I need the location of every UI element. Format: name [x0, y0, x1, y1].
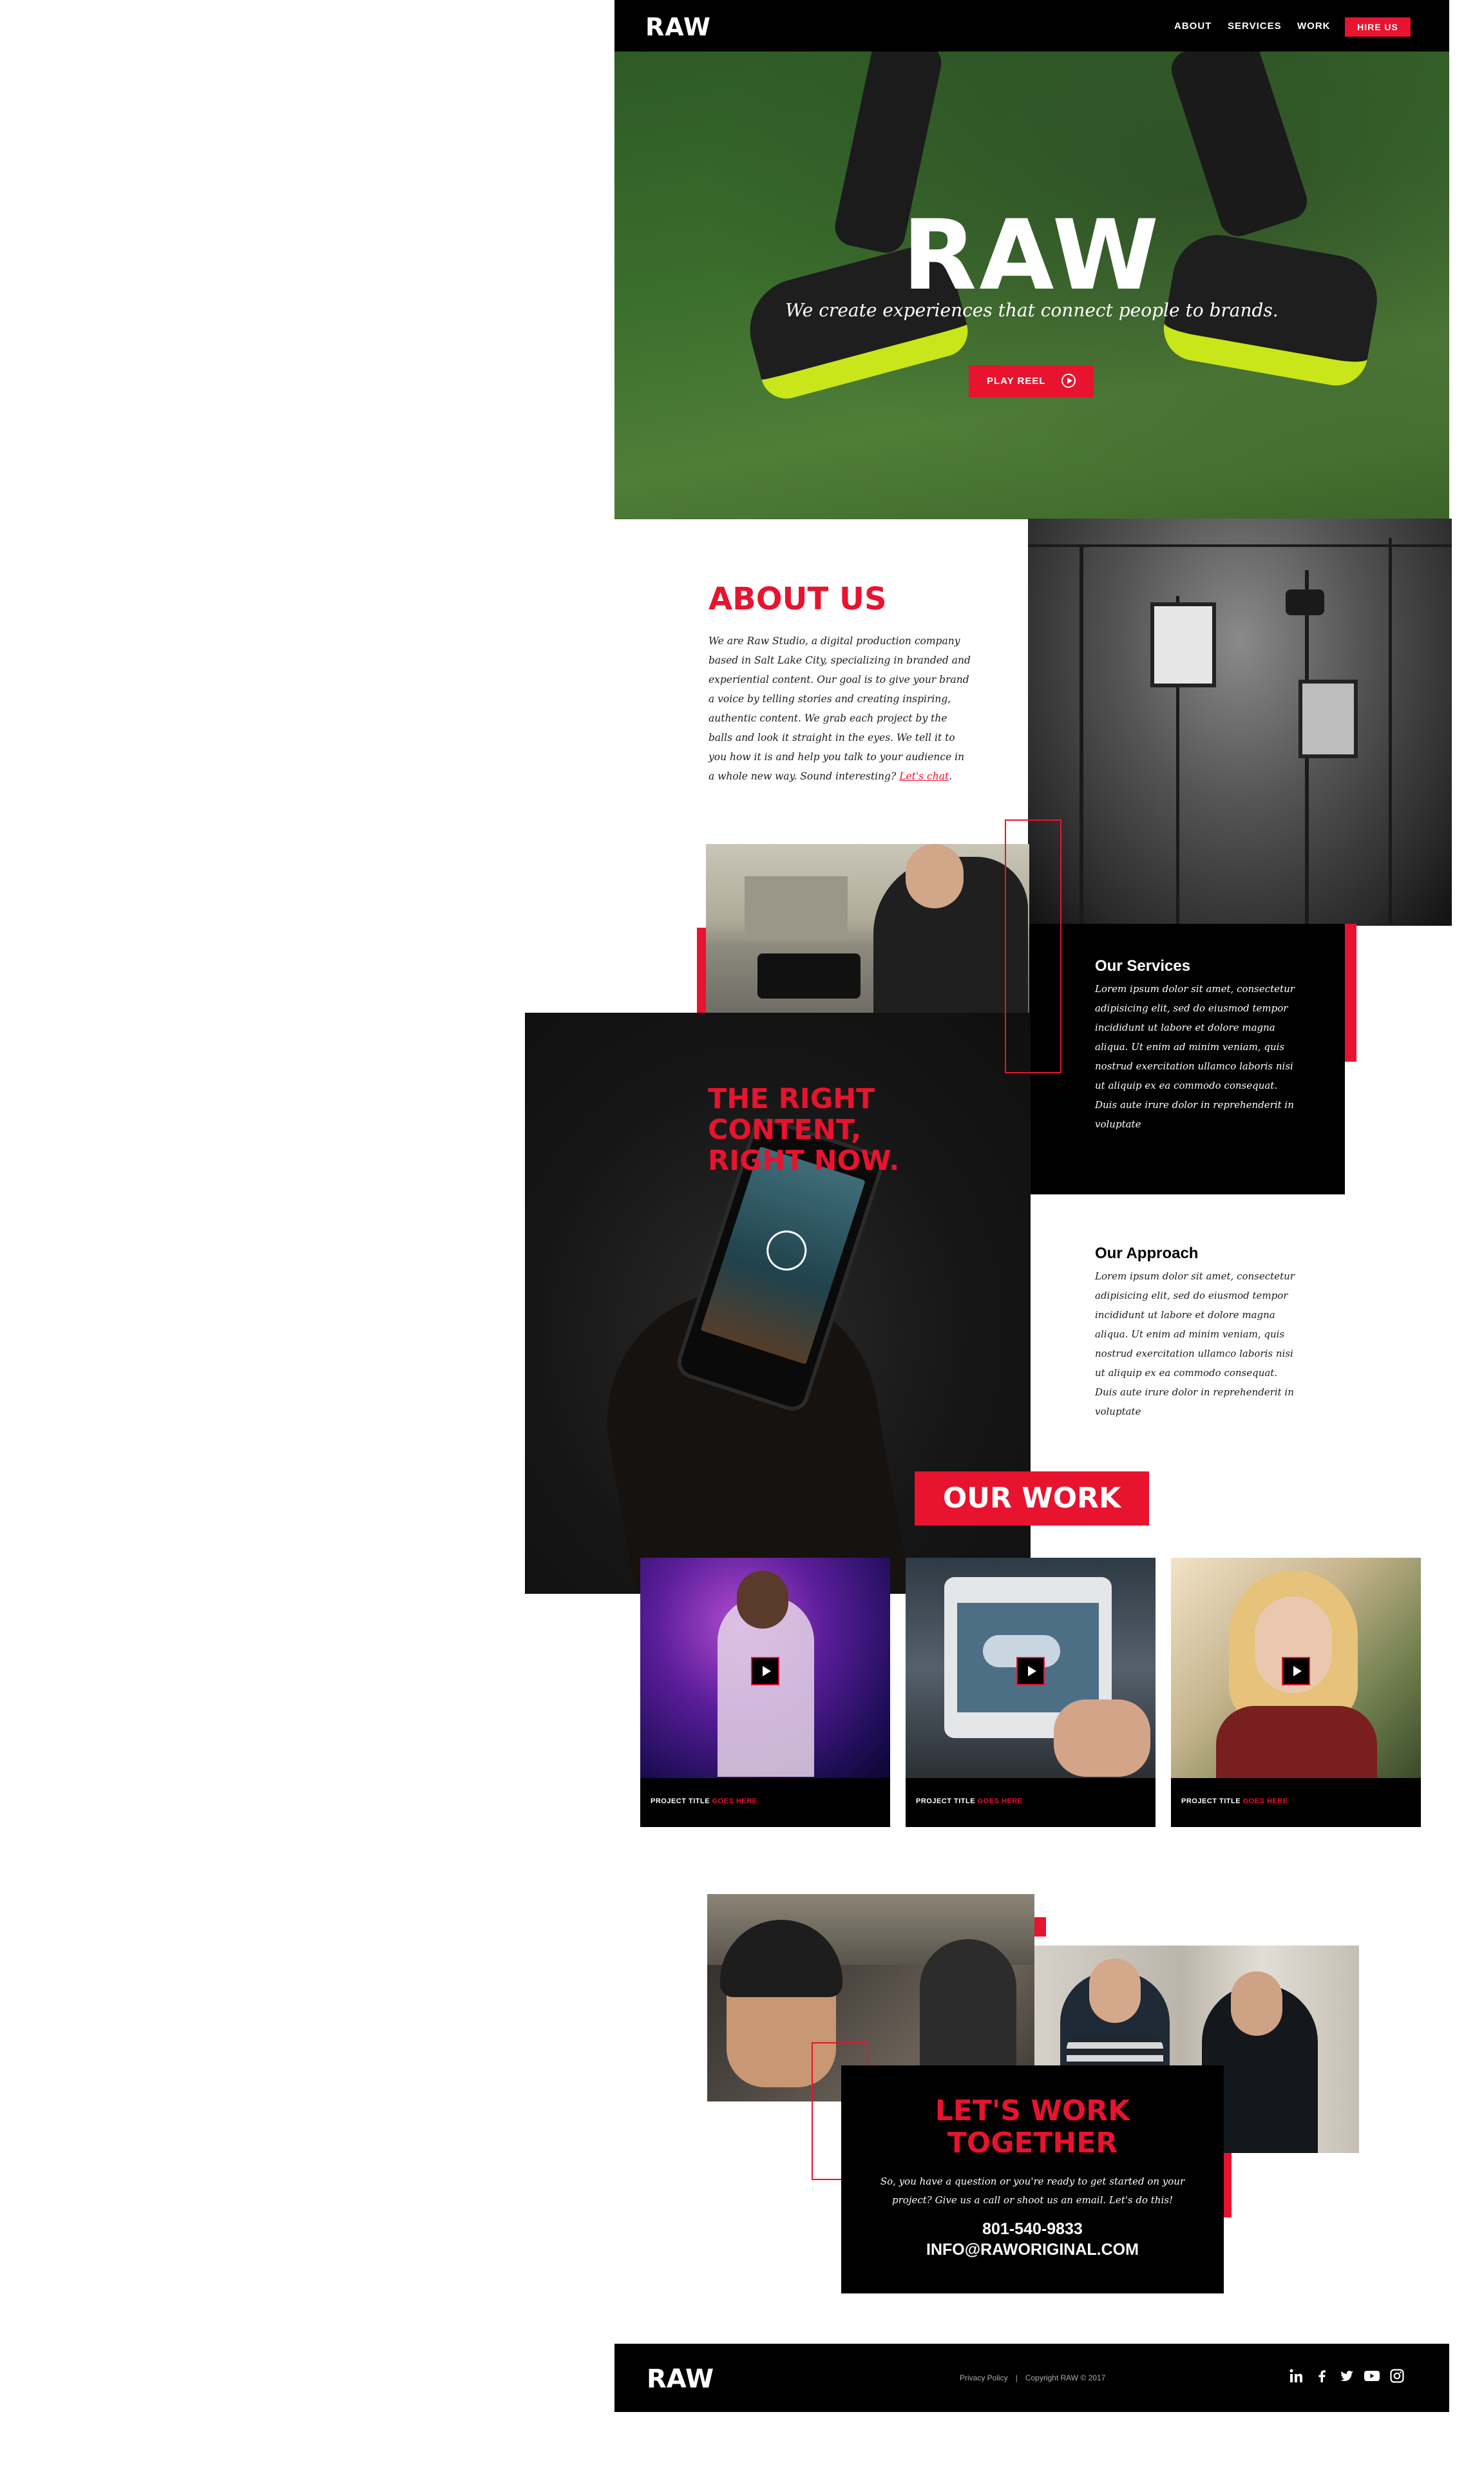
headline-line-1: THE RIGHT	[708, 1083, 875, 1115]
play-reel-label: PLAY REEL	[987, 376, 1046, 387]
headline-line-2: CONTENT,	[708, 1114, 862, 1146]
project-card[interactable]: PROJECT TITLE GOES HERE	[1171, 1558, 1421, 1827]
hero-title: RAW	[902, 200, 1162, 312]
play-icon[interactable]	[1282, 1657, 1310, 1685]
footer-legal: Privacy Policy | Copyright RAW © 2017	[956, 2373, 1109, 2382]
our-work-title: OUR WORK	[915, 1471, 1149, 1526]
about-title: ABOUT US	[709, 581, 887, 617]
linkedin-icon[interactable]	[1288, 2368, 1306, 2386]
camera-crew-photo	[706, 844, 1029, 1015]
project-caption: PROJECT TITLE GOES HERE	[916, 1797, 1023, 1805]
content-headline: THE RIGHT CONTENT, RIGHT NOW.	[708, 1084, 940, 1176]
play-icon[interactable]	[1016, 1657, 1045, 1685]
hero: RAW We create experiences that connect p…	[614, 52, 1449, 519]
play-circle-icon	[1061, 374, 1076, 388]
footer-separator: |	[1015, 2373, 1018, 2382]
project-caption: PROJECT TITLE GOES HERE	[1181, 1797, 1288, 1805]
about-period: .	[949, 770, 953, 782]
project-accent: GOES HERE	[712, 1797, 757, 1805]
approach-text: Lorem ipsum dolor sit amet, consectetur …	[1095, 1270, 1295, 1417]
accent-bar	[1345, 924, 1356, 1062]
privacy-policy-link[interactable]: Privacy Policy	[960, 2373, 1008, 2382]
contact-email[interactable]: INFO@RAWORIGINAL.COM	[841, 2241, 1224, 2259]
project-label: PROJECT TITLE	[916, 1797, 976, 1805]
contact-text: So, you have a question or you're ready …	[880, 2176, 1185, 2206]
decorative-outline	[1005, 819, 1061, 1073]
project-accent: GOES HERE	[977, 1797, 1023, 1805]
contact-title: LET'S WORK TOGETHER	[841, 2095, 1224, 2159]
services-title: Our Services	[1095, 957, 1191, 975]
accent-bar	[1034, 1917, 1046, 1937]
twitter-icon[interactable]	[1338, 2368, 1356, 2386]
lets-chat-link[interactable]: Let's chat	[899, 770, 949, 782]
project-accent: GOES HERE	[1242, 1797, 1288, 1805]
about-body: We are Raw Studio, a digital production …	[709, 635, 971, 782]
phone-play-icon	[761, 1225, 812, 1276]
footer-logo[interactable]: RAW	[647, 2364, 714, 2394]
project-card[interactable]: PROJECT TITLE GOES HERE	[640, 1558, 890, 1827]
approach-title: Our Approach	[1095, 1245, 1199, 1262]
project-card[interactable]: PROJECT TITLE GOES HERE	[906, 1558, 1156, 1827]
contact-phone[interactable]: 801-540-9833	[841, 2220, 1224, 2239]
hire-us-button[interactable]: HIRE US	[1345, 17, 1411, 37]
play-icon[interactable]	[751, 1657, 779, 1685]
hero-tagline: We create experiences that connect peopl…	[785, 300, 1279, 321]
footer: RAW Privacy Policy | Copyright RAW © 2017	[614, 2344, 1449, 2412]
nav-logo[interactable]: RAW	[645, 13, 711, 41]
contact-panel: LET'S WORK TOGETHER So, you have a quest…	[841, 2065, 1224, 2293]
youtube-icon[interactable]	[1363, 2368, 1381, 2386]
facebook-icon[interactable]	[1313, 2368, 1331, 2386]
top-nav: RAW ABOUT SERVICES WORK HIRE US	[614, 0, 1449, 52]
studio-photo	[1028, 519, 1452, 926]
nav-item-services[interactable]: SERVICES	[1228, 21, 1282, 32]
contact-title-line-2: TOGETHER	[947, 2127, 1118, 2159]
services-text: Lorem ipsum dolor sit amet, consectetur …	[1095, 983, 1295, 1130]
nav-item-about[interactable]: ABOUT	[1174, 21, 1212, 32]
nav-item-work[interactable]: WORK	[1297, 21, 1331, 32]
play-reel-button[interactable]: PLAY REEL	[969, 365, 1094, 397]
about-text: We are Raw Studio, a digital production …	[709, 631, 973, 786]
project-label: PROJECT TITLE	[1181, 1797, 1241, 1805]
project-caption: PROJECT TITLE GOES HERE	[651, 1797, 757, 1805]
copyright-text: Copyright RAW © 2017	[1025, 2373, 1106, 2382]
headline-line-3: RIGHT NOW.	[708, 1145, 900, 1177]
project-label: PROJECT TITLE	[651, 1797, 710, 1805]
contact-title-line-1: LET'S WORK	[935, 2094, 1130, 2127]
instagram-icon[interactable]	[1388, 2368, 1406, 2386]
